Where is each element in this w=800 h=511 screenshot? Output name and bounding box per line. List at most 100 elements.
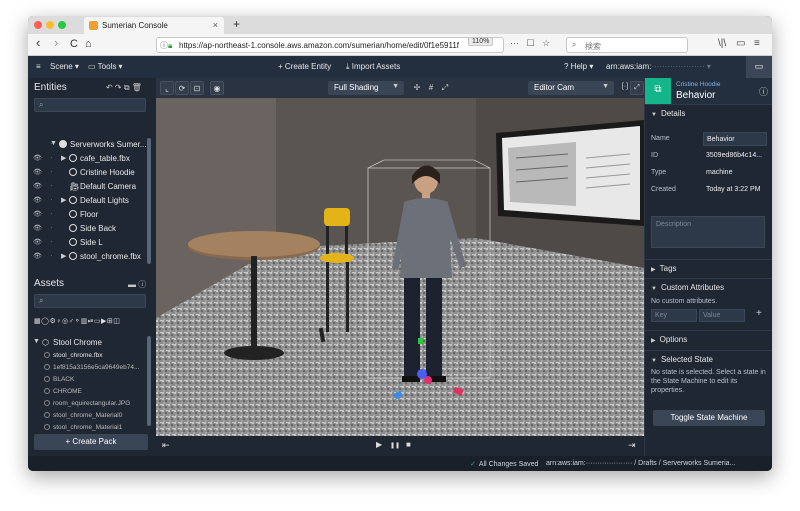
collapse-arrow-icon[interactable]: ▼ (33, 338, 40, 345)
entity-row[interactable]: 👁︎ · Side L (28, 236, 146, 250)
search-input[interactable]: ⌕ 検索 (566, 37, 688, 53)
eye-icon[interactable]: 👁︎ (33, 196, 42, 204)
tools-menu[interactable]: ▭ Tools ▾ (88, 62, 123, 71)
entity-row[interactable]: 👁︎ · ▶ cafe_table.fbx (28, 152, 146, 166)
asset-item[interactable]: stool_chrome.fbx (28, 350, 146, 362)
hamburger-menu-icon[interactable]: ≡ (754, 38, 760, 49)
reload-icon[interactable]: C (70, 38, 78, 50)
feedback-button[interactable]: ▭ (746, 56, 772, 78)
pause-button[interactable]: ❚❚ (390, 442, 400, 449)
scene-menu[interactable]: Scene ▾ (50, 62, 79, 71)
eye-icon[interactable]: 👁︎ (33, 224, 42, 232)
library-icon[interactable]: \|\ (718, 38, 726, 49)
asset-filter-icons[interactable]: ▦◯⚙♀◎♂⚬▥⏯▭▶⊞◫ (34, 317, 148, 327)
new-tab-button[interactable]: + (233, 17, 240, 31)
entity-row[interactable]: 👁︎ · Side Back (28, 222, 146, 236)
eye-icon[interactable]: 👁︎ (33, 182, 42, 190)
expand-arrow-icon[interactable]: ▶ (61, 196, 66, 204)
assets-header-icons[interactable]: ▬ ⓘ (128, 279, 146, 290)
drag-handle-icon[interactable]: · (50, 251, 53, 260)
selected-state-section-header[interactable]: ▼ Selected State (645, 350, 772, 368)
create-entity-button[interactable]: + Create Entity (278, 62, 331, 71)
tags-section-header[interactable]: ▶ Tags (645, 259, 772, 277)
asset-item[interactable]: BLACK (28, 374, 146, 386)
eye-icon[interactable]: 👁︎ (33, 154, 42, 162)
entity-row[interactable]: · ▼ Serverworks Sumer... (28, 138, 146, 152)
eye-icon[interactable]: 👁︎ (33, 238, 42, 246)
dropper-icon[interactable]: ⤢ (438, 81, 452, 95)
bookmark-star-icon[interactable]: ☆ (542, 38, 550, 48)
description-textarea[interactable]: Description (651, 216, 765, 248)
collapse-right-icon[interactable]: ⇥ (628, 440, 636, 451)
home-icon[interactable]: ⌂ (85, 38, 92, 50)
global-local-icon[interactable]: ◉ (210, 81, 224, 95)
3d-scene-canvas[interactable] (156, 98, 644, 436)
minimize-window-button[interactable] (46, 21, 54, 29)
page-actions-icon[interactable]: ··· (510, 38, 519, 48)
custom-attributes-section-header[interactable]: ▼ Custom Attributes (645, 278, 772, 296)
asset-item[interactable]: room_equirectangular.JPG (28, 398, 146, 410)
entity-row[interactable]: 👁︎ · Floor (28, 208, 146, 222)
attribute-key-input[interactable]: Key (651, 309, 697, 322)
fullscreen-icon[interactable]: ⤢ (630, 81, 644, 95)
expand-arrow-icon[interactable]: ▶ (61, 252, 66, 260)
browser-tab[interactable]: Sumerian Console × (84, 17, 224, 34)
scale-tool-icon[interactable]: ⊡ (190, 81, 204, 95)
assets-scrollbar[interactable] (147, 336, 151, 426)
asset-item[interactable]: stool_chrome_Material1 (28, 422, 146, 432)
camera-select[interactable]: Editor Cam ▼ (528, 81, 614, 95)
drag-handle-icon[interactable]: · (50, 237, 53, 246)
name-field[interactable]: Name Behavior (651, 132, 769, 146)
collapse-arrow-icon[interactable]: ▼ (50, 140, 57, 147)
pocket-icon[interactable]: ☐ (527, 38, 535, 48)
close-tab-icon[interactable]: × (213, 20, 218, 30)
entity-row[interactable]: 👁︎ · ▶ Default Lights (28, 194, 146, 208)
eye-icon[interactable]: 👁︎ (33, 252, 42, 260)
sidebar-icon[interactable]: ▭ (736, 38, 745, 49)
drag-handle-icon[interactable]: · (50, 181, 53, 190)
help-icon[interactable]: ⓘ (759, 85, 768, 98)
rotate-tool-icon[interactable]: ⟳ (175, 81, 189, 95)
entities-search-input[interactable]: ⌕ (34, 98, 146, 112)
collapse-left-icon[interactable]: ⇤ (162, 440, 170, 451)
maximize-window-button[interactable] (58, 21, 66, 29)
drag-handle-icon[interactable]: · (50, 153, 53, 162)
forward-icon[interactable]: › (54, 35, 58, 50)
page-actions[interactable]: ··· ☐ ☆ (510, 38, 550, 49)
expand-arrow-icon[interactable]: ▶ (61, 154, 66, 162)
close-window-button[interactable] (34, 21, 42, 29)
import-assets-button[interactable]: ⤓ Import Assets (346, 62, 400, 72)
create-pack-button[interactable]: + Create Pack (34, 434, 148, 450)
grid-icon[interactable]: # (424, 81, 438, 95)
back-icon[interactable]: ‹ (36, 35, 40, 50)
address-bar[interactable]: ⓘ 🔒︎ https://ap-northeast-1.console.aws.… (156, 37, 504, 53)
account-menu[interactable]: arn:aws:iam:···················· ▾ (606, 62, 711, 71)
details-section-header[interactable]: ▼ Details (645, 104, 772, 122)
shading-select[interactable]: Full Shading ▼ (328, 81, 404, 95)
stop-button[interactable]: ■ (406, 440, 411, 449)
snap-icon[interactable]: ✢ (410, 81, 424, 95)
drag-handle-icon[interactable]: · (50, 167, 53, 176)
eye-icon[interactable]: 👁︎ (33, 168, 42, 176)
options-section-header[interactable]: ▶ Options (645, 330, 772, 348)
entities-toolbar-icons[interactable]: ↶ ↷ ⧉ 🗑 (106, 83, 142, 93)
entity-row[interactable]: 👁︎ · ▶ stool_chrome.fbx (28, 250, 146, 264)
entities-scrollbar[interactable] (147, 138, 151, 264)
translate-tool-icon[interactable]: ⌞ (160, 81, 174, 95)
zoom-level[interactable]: 110% (468, 37, 494, 46)
drag-handle-icon[interactable]: · (50, 195, 53, 204)
assets-search-input[interactable]: ⌕ (34, 294, 146, 308)
asset-item[interactable]: CHROME (28, 386, 146, 398)
info-icon[interactable]: ⓘ (160, 40, 168, 51)
breadcrumb[interactable]: arn:aws:iam:···················· / Draft… (546, 460, 735, 467)
add-attribute-button[interactable]: + (756, 308, 762, 319)
drag-handle-icon[interactable]: · (50, 223, 53, 232)
name-input[interactable]: Behavior (703, 132, 767, 146)
play-button[interactable]: ▶ (376, 440, 382, 449)
eye-icon[interactable]: 👁︎ (33, 210, 42, 218)
asset-item[interactable]: 1ef815a3156e5ca9649eb74... (28, 362, 146, 374)
asset-pack-row[interactable]: ▼ ⬡ Stool Chrome (28, 336, 146, 350)
scene-viewport[interactable]: ⌞ ⟳ ⊡ ◉ Full Shading ▼ ✢ # ⤢ Editor Cam ▼ … (156, 78, 644, 456)
entity-row[interactable]: 👁︎ · Cristine Hoodie (28, 166, 146, 180)
toggle-state-machine-button[interactable]: Toggle State Machine (653, 410, 765, 426)
